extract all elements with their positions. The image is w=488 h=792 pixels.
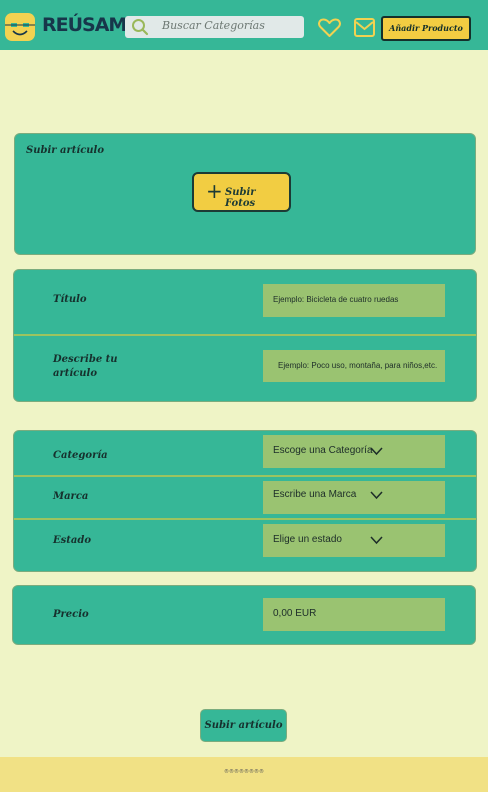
state-label: Estado — [53, 535, 92, 546]
state-select[interactable]: Elige un estado — [263, 524, 445, 557]
search-input[interactable]: Buscar Categorías — [125, 16, 304, 38]
chevron-down-icon[interactable] — [370, 536, 383, 545]
attributes-panel: Categoría Marca Estado Escoge una Catego… — [13, 430, 477, 572]
upload-photos-label: Subir Fotos — [225, 187, 256, 209]
details-panel: Título Describe tu artículo Ejemplo: Bic… — [13, 269, 477, 402]
header-bar: REÚSAME Buscar Categorías Añadir Product… — [0, 0, 488, 50]
title-label: Título — [53, 294, 87, 305]
upload-photos-button[interactable]: + Subir Fotos — [192, 172, 291, 212]
description-placeholder: Ejemplo: Poco uso, montaña, para niños,e… — [278, 361, 438, 370]
search-icon[interactable] — [131, 18, 149, 36]
price-label: Precio — [53, 609, 89, 620]
brand-value: Escribe una Marca — [273, 489, 357, 500]
description-input[interactable]: Ejemplo: Poco uso, montaña, para niños,e… — [263, 350, 445, 382]
heart-icon[interactable] — [318, 18, 341, 38]
submit-article-button[interactable]: Subir artículo — [200, 709, 287, 742]
category-label: Categoría — [53, 450, 108, 461]
price-input[interactable]: 0,00 EUR — [263, 598, 445, 631]
details-divider — [14, 334, 476, 336]
brand-name[interactable]: REÚSAME — [42, 14, 139, 36]
mail-icon[interactable] — [354, 18, 375, 37]
logo-icon[interactable] — [5, 13, 35, 41]
footer-text: ®®®®®®®® — [224, 769, 264, 775]
add-product-button[interactable]: Añadir Producto — [381, 16, 471, 41]
chevron-down-icon[interactable] — [370, 447, 383, 456]
search-placeholder: Buscar Categorías — [162, 19, 265, 32]
title-placeholder: Ejemplo: Bicicleta de cuatro ruedas — [273, 295, 399, 304]
upload-section-label: Subir artículo — [26, 145, 105, 156]
footer: ®®®®®®®® — [0, 757, 488, 792]
attributes-divider-2 — [14, 518, 476, 520]
category-select[interactable]: Escoge una Categoría — [263, 435, 445, 468]
price-panel: Precio 0,00 EUR — [12, 585, 476, 645]
brand-label: Marca — [53, 491, 89, 502]
brand-input[interactable]: Escribe una Marca — [263, 481, 445, 514]
attributes-divider-1 — [14, 475, 476, 477]
state-value: Elige un estado — [273, 534, 342, 545]
category-value: Escoge una Categoría — [273, 445, 373, 456]
plus-icon: + — [206, 179, 223, 203]
description-label: Describe tu artículo — [53, 354, 118, 379]
price-value: 0,00 EUR — [273, 608, 317, 619]
title-input[interactable]: Ejemplo: Bicicleta de cuatro ruedas — [263, 284, 445, 317]
chevron-down-icon[interactable] — [370, 491, 383, 500]
